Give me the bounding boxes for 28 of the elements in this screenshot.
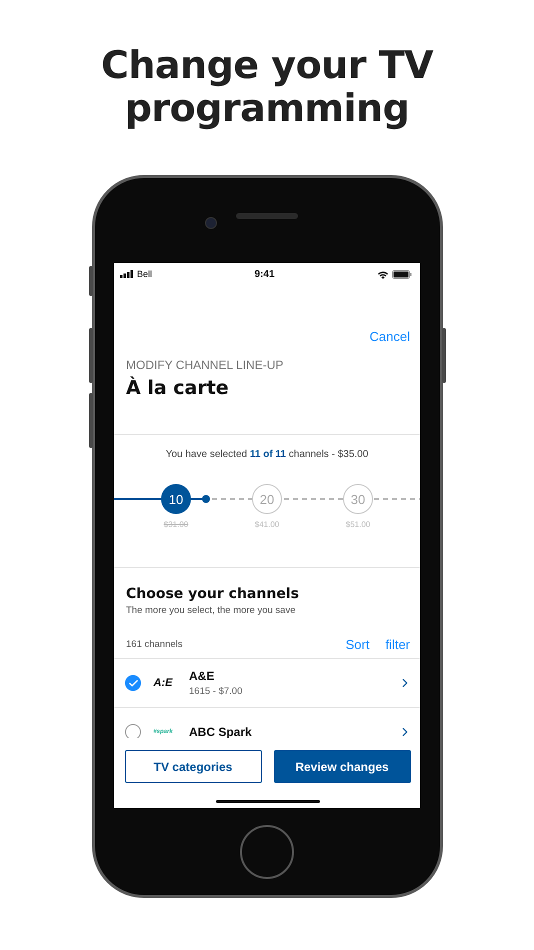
channel-name: A&E xyxy=(189,669,216,683)
tier-price: $51.00 xyxy=(346,520,370,529)
channel-detail: 1615 - $7.00 xyxy=(189,686,244,697)
channel-checkbox[interactable] xyxy=(125,675,141,691)
speaker-grille xyxy=(236,212,298,218)
tv-categories-button[interactable]: TV categories xyxy=(124,750,262,783)
channel-checkbox[interactable] xyxy=(125,724,141,738)
section-subtitle: The more you select, the more you save xyxy=(126,605,296,616)
headline: Change your TV programming xyxy=(100,44,434,132)
tier-step[interactable]: 10 xyxy=(161,484,191,514)
tier-price: $31.00 xyxy=(164,520,188,529)
home-button[interactable] xyxy=(240,824,294,878)
status-time: 9:41 xyxy=(254,268,275,280)
page-eyebrow: MODIFY CHANNEL LINE-UP xyxy=(126,358,284,372)
signal-icon xyxy=(120,270,134,278)
section-title: Choose your channels xyxy=(126,586,300,602)
battery-icon xyxy=(392,270,412,278)
carrier-name: Bell xyxy=(137,269,152,279)
check-icon xyxy=(128,678,138,688)
channel-row[interactable]: A:E A&E 1615 - $7.00 xyxy=(114,659,420,708)
tier-price: $41.00 xyxy=(254,520,280,529)
selection-summary: You have selected 11 of 11 channels - $35.00 xyxy=(166,449,368,460)
page-title: À la carte xyxy=(126,377,230,399)
wifi-icon xyxy=(377,270,389,278)
review-changes-button[interactable]: Review changes xyxy=(274,750,410,783)
front-camera xyxy=(204,217,216,229)
channel-logo: A:E xyxy=(152,677,174,689)
channel-count: 161 channels xyxy=(126,638,183,650)
